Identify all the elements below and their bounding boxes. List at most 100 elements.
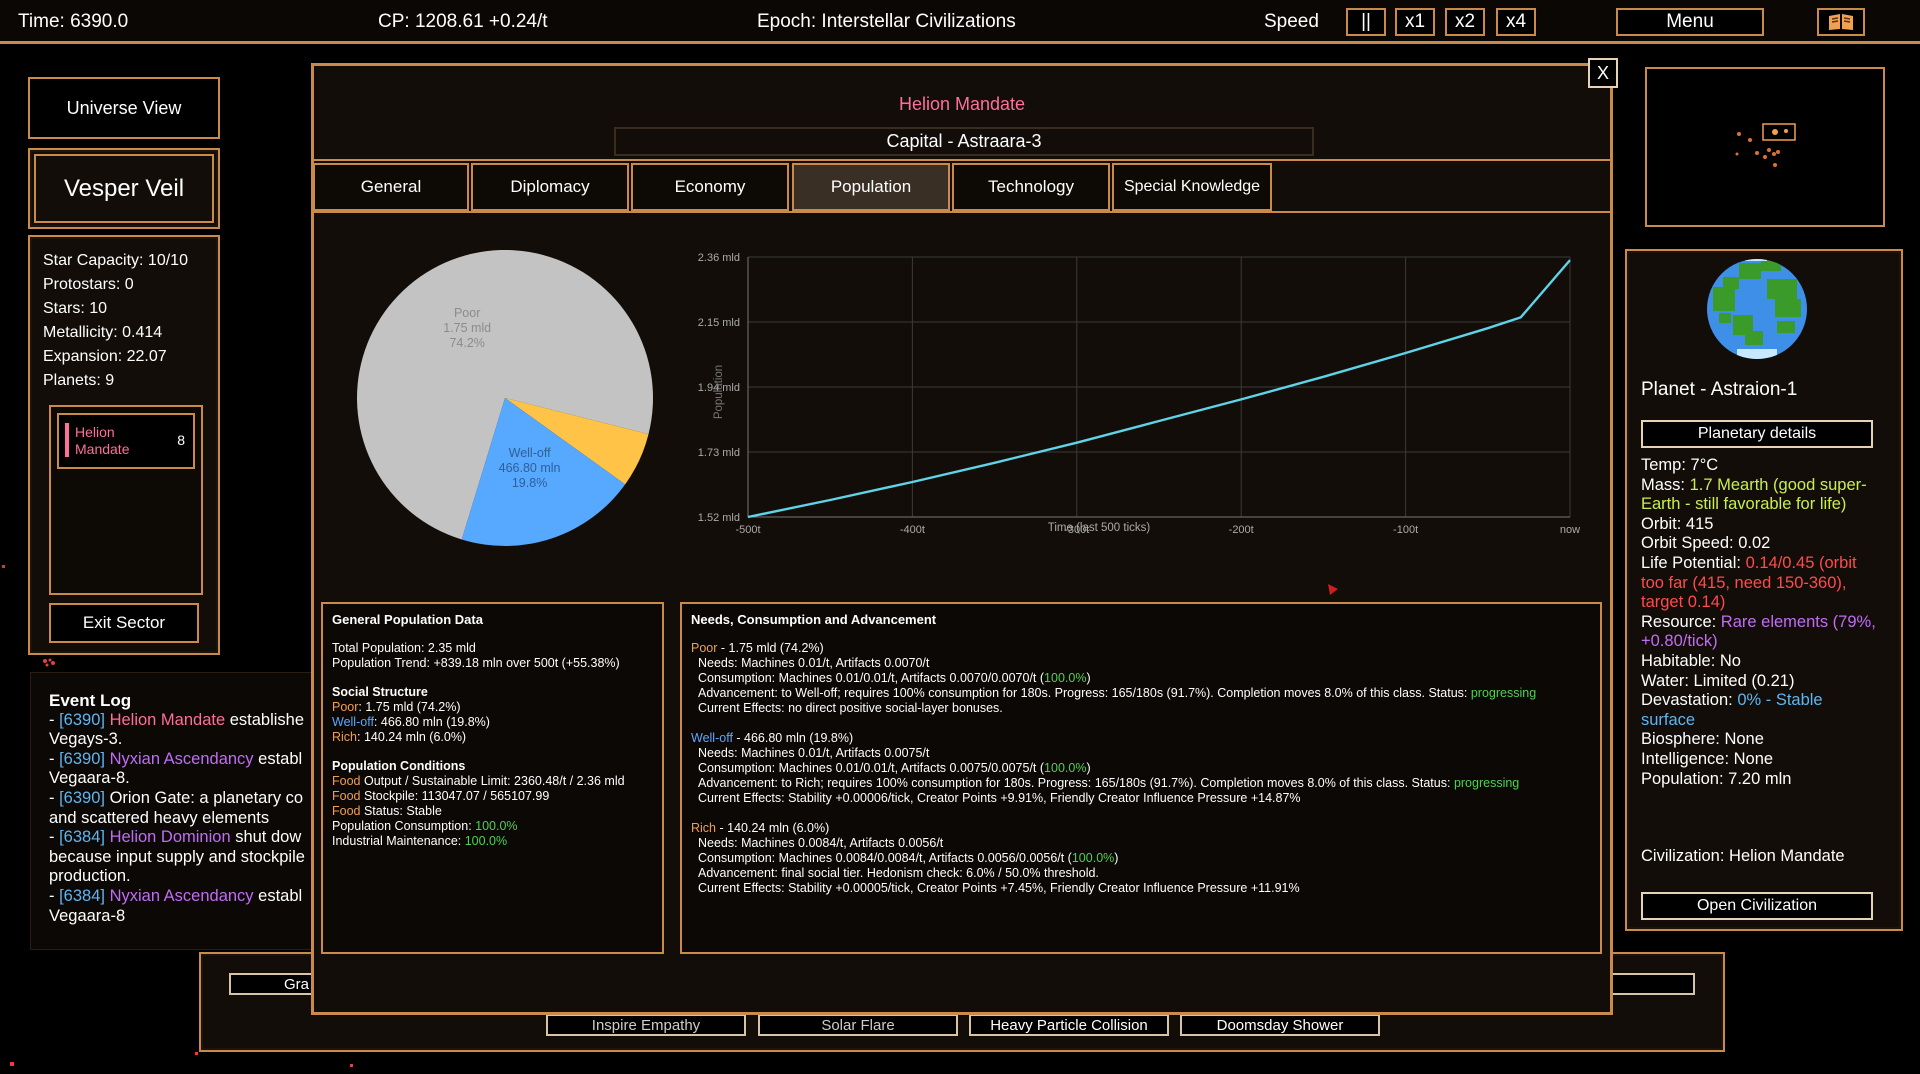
- heavy-particle-collision-button[interactable]: Heavy Particle Collision: [969, 1014, 1169, 1036]
- exit-sector-button[interactable]: Exit Sector: [49, 603, 199, 643]
- devastation: Devastation: 0% - Stable surface: [1641, 691, 1823, 729]
- protostars: Protostars: 0: [43, 276, 134, 293]
- speed-x2-button[interactable]: x2: [1445, 8, 1485, 36]
- food-output: Food Output / Sustainable Limit: 2360.48…: [332, 774, 625, 788]
- solar-flare-button[interactable]: Solar Flare: [758, 1014, 958, 1036]
- industrial-maintenance: Industrial Maintenance: 100.0%: [332, 834, 508, 848]
- chart-grid: [747, 256, 1571, 518]
- needs-consumption-box: Needs, Consumption and Advancement Poor …: [680, 602, 1602, 954]
- water: Water: Limited (0.21): [1641, 671, 1795, 690]
- sector-stats-panel: Star Capacity: 10/10 Protostars: 0 Stars…: [28, 235, 220, 655]
- event-entry: - [6390] Orion Gate: a planetary co: [49, 788, 304, 807]
- codex-button[interactable]: [1817, 8, 1865, 36]
- minimap-view: [1735, 123, 1796, 167]
- population-trend: Population Trend: +839.18 mln over 500t …: [332, 656, 620, 670]
- rich-section: Rich - 140.24 mln (6.0%) Needs: Machines…: [691, 821, 1300, 895]
- civ-planet-count: 8: [177, 432, 185, 448]
- tab-population[interactable]: Population: [792, 163, 950, 211]
- temp: Temp: 7°C: [1641, 456, 1719, 474]
- planet-globe-icon: [1707, 259, 1807, 359]
- x-tick-label: -200t: [1229, 524, 1254, 536]
- mass: Mass: 1.7 Mearth (good super-Earth - sti…: [1641, 475, 1867, 514]
- food-status: Food Status: Stable: [332, 804, 442, 818]
- stars: Stars: 10: [43, 300, 108, 317]
- tab-general[interactable]: General: [313, 163, 469, 211]
- population-line-chart: -500t -400t -300t -200t -100t now1.52 mld1.73…: [698, 252, 1580, 536]
- tab-economy[interactable]: Economy: [631, 163, 789, 211]
- needs-title: Needs, Consumption and Advancement: [691, 612, 937, 627]
- event-entry: - [6384] Nyxian Ascendancy establ: [49, 886, 303, 905]
- creator-points-readout: CP: 1208.61 +0.24/t: [378, 11, 548, 32]
- orbit-speed: Orbit Speed: 0.02: [1641, 534, 1771, 553]
- minimap[interactable]: [1645, 67, 1885, 227]
- y-tick-label: 1.73 mld: [698, 447, 740, 459]
- star-dot: [2, 565, 5, 568]
- rich-share: Rich: 140.24 mln (6.0%): [332, 730, 467, 744]
- civ-name: Helion Mandate: [75, 424, 130, 457]
- universe-view-button[interactable]: Universe View: [28, 77, 220, 139]
- event-entry: - [6390] Nyxian Ascendancy establ: [49, 749, 303, 768]
- planet-attributes: Temp: 7°C Mass: 1.7 Mearth (good super-E…: [1641, 456, 1881, 789]
- y-tick-label: 2.36 mld: [698, 252, 740, 264]
- event-log: Event Log - [6390] Helion Mandate establ…: [30, 672, 320, 950]
- metallicity: Metallicity: 0.414: [43, 324, 163, 341]
- general-population-title: General Population Data: [332, 612, 483, 627]
- total-population: Total Population: 2.35 mld: [332, 641, 476, 655]
- inspire-empathy-button[interactable]: Inspire Empathy: [546, 1014, 746, 1036]
- speed-label: Speed: [1264, 11, 1319, 32]
- social-structure-title: Social Structure: [332, 685, 428, 699]
- doomsday-shower-button[interactable]: Doomsday Shower: [1180, 1014, 1380, 1036]
- welloff-share: Well-off: 466.80 mln (19.8%): [332, 715, 490, 729]
- planet-panel: Planet - Astraion-1 Planetary details Te…: [1625, 249, 1903, 931]
- y-tick-label: 2.15 mld: [698, 317, 740, 329]
- population-conditions-title: Population Conditions: [332, 759, 466, 773]
- open-civilization-button[interactable]: Open Civilization: [1641, 892, 1873, 920]
- sector-stats: Star Capacity: 10/10 Protostars: 0 Stars…: [43, 249, 188, 393]
- star-dot: [195, 1052, 198, 1055]
- tab-special-knowledge[interactable]: Special Knowledge: [1112, 163, 1272, 211]
- pie-label: Poor: [454, 306, 480, 320]
- x-axis-label: Time (last 500 ticks): [1048, 522, 1151, 534]
- life-potential: Life Potential: 0.14/0.45 (orbit too far…: [1641, 553, 1857, 612]
- population-consumption: Population Consumption: 100.0%: [332, 819, 518, 833]
- habitable: Habitable: No: [1641, 651, 1741, 670]
- food-stockpile: Food Stockpile: 113047.07 / 565107.99: [332, 789, 550, 803]
- chart-axes: -500t -400t -300t -200t -100t now1.52 mld1.73…: [698, 252, 1580, 536]
- pie-label: Well-off: [509, 446, 551, 460]
- poor-share: Poor: 1.75 mld (74.2%): [332, 700, 461, 714]
- star-capacity: Star Capacity: 10/10: [43, 252, 188, 269]
- tab-divider: [314, 211, 1610, 213]
- speed-x4-button[interactable]: x4: [1496, 8, 1536, 36]
- tab-diplomacy[interactable]: Diplomacy: [471, 163, 629, 211]
- expansion: Expansion: 22.07: [43, 348, 167, 365]
- x-tick-label: -500t: [735, 524, 760, 536]
- asteroid-cluster-icon: [42, 655, 56, 667]
- y-axis-label: Population: [713, 365, 725, 419]
- event-log-title: Event Log: [49, 691, 132, 710]
- star-dot: [350, 1064, 353, 1067]
- x-tick-label: -400t: [900, 524, 925, 536]
- event-entry: - [6384] Helion Dominion shut dow: [49, 828, 302, 847]
- population: Population: 7.20 mln: [1641, 769, 1792, 788]
- civ-name-title: Helion Mandate: [898, 94, 1026, 114]
- civ-list-item[interactable]: Helion Mandate 8: [57, 413, 195, 469]
- biosphere: Biosphere: None: [1641, 730, 1764, 749]
- close-button[interactable]: X: [1588, 58, 1618, 88]
- pie-label: 466.80 mln: [499, 461, 561, 475]
- planet-title: Planet - Astraion-1: [1641, 379, 1798, 400]
- epoch-readout: Epoch: Interstellar Civilizations: [757, 11, 1016, 32]
- planet-civilization: Civilization: Helion Mandate: [1641, 847, 1845, 865]
- capital-label: Capital - Astraara-3: [614, 127, 1314, 156]
- planetary-details-button[interactable]: Planetary details: [1641, 420, 1873, 448]
- speed-x1-button[interactable]: x1: [1395, 8, 1435, 36]
- tab-technology[interactable]: Technology: [952, 163, 1110, 211]
- sector-name: Vesper Veil: [34, 154, 214, 223]
- time-readout: Time: 6390.0: [18, 11, 129, 32]
- orbit: Orbit: 415: [1641, 514, 1714, 533]
- pause-button[interactable]: ||: [1346, 8, 1386, 36]
- civ-color-bar: [65, 423, 69, 457]
- x-tick-label: now: [1560, 524, 1580, 536]
- y-tick-label: 1.52 mld: [698, 512, 740, 524]
- menu-button[interactable]: Menu: [1616, 8, 1764, 36]
- poor-section: Poor - 1.75 mld (74.2%) Needs: Machines …: [691, 641, 1537, 715]
